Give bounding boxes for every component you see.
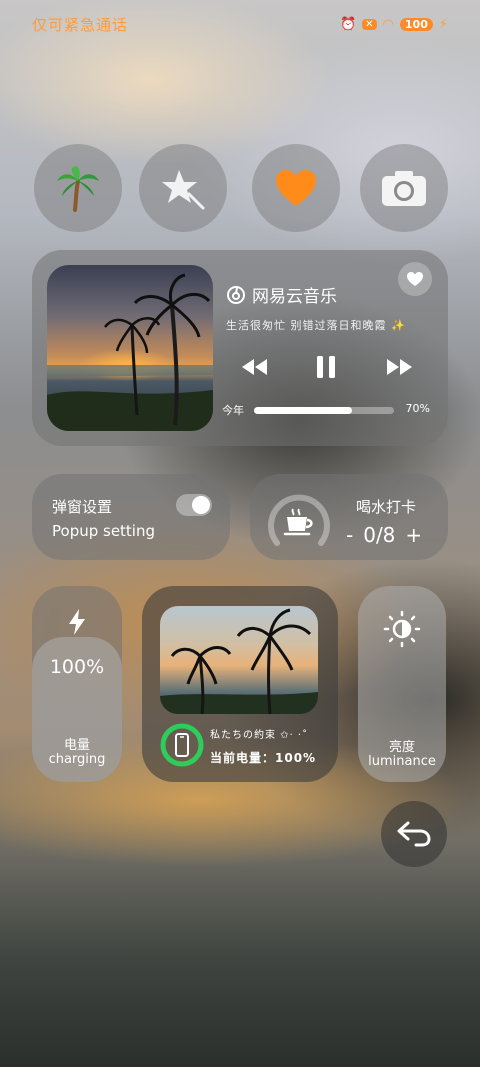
status-bar: 仅可紧急通话 ⏰ ✕ ◠ 100 ⚡ [32, 12, 448, 36]
carrier-text: 仅可紧急通话 [32, 15, 129, 34]
photo-widget: 私たちの約束 ✩· ·˚ 当前电量：100% [142, 586, 338, 782]
current-battery-text: 当前电量：100% [210, 751, 317, 765]
fast-forward-button[interactable] [382, 352, 418, 382]
palm-photo[interactable] [160, 606, 318, 714]
water-tracker-card: 喝水打卡 - 0/8 + [250, 474, 448, 560]
fast-forward-icon [387, 359, 412, 375]
charging-icon: ⚡ [438, 16, 448, 32]
palm-photo-image [160, 608, 318, 714]
battery-percent: 100% [49, 656, 105, 678]
year-progress-fill [254, 407, 352, 414]
music-subtitle: 生活很匆忙 别错过落日和晚霞 ✨ [226, 317, 406, 333]
wifi-icon: ◠ [382, 16, 394, 32]
heart-button[interactable] [252, 144, 340, 232]
coffee-cup-icon [283, 508, 313, 536]
status-icons: ⏰ ✕ ◠ 100 ⚡ [340, 17, 448, 32]
back-arrow-icon [397, 821, 431, 847]
sparkles-icon: ✨ [391, 319, 406, 332]
water-plus-button[interactable]: + [405, 523, 422, 547]
pause-icon [317, 356, 335, 378]
water-counter: - 0/8 + [346, 523, 422, 547]
rewind-button[interactable] [236, 352, 272, 382]
water-minus-button[interactable]: - [346, 523, 353, 547]
brightness-label-en: luminance [368, 754, 436, 769]
music-app-name: 网易云音乐 [252, 287, 337, 307]
rewind-icon [242, 359, 267, 375]
palm-tree-icon [57, 166, 99, 212]
music-app-brand[interactable]: 网易云音乐 [226, 282, 337, 307]
battery-label-cn: 电量 [63, 738, 90, 753]
music-subtitle-text: 生活很匆忙 别错过落日和晚霞 [226, 319, 387, 332]
heart-icon [407, 272, 423, 286]
star-button[interactable] [139, 144, 227, 232]
palm-sunset-image [47, 273, 213, 431]
progress-percent: 70% [405, 402, 430, 415]
popup-setting-card[interactable]: 弹窗设置 Popup setting [32, 474, 230, 560]
star-sparkle-icon [162, 170, 205, 210]
battery-label-en: charging [48, 752, 106, 767]
photo-caption: 私たちの約束 ✩· ·˚ [210, 730, 309, 741]
year-progress-bar [254, 407, 394, 414]
palm-tree-button[interactable] [34, 144, 122, 232]
pause-button[interactable] [308, 352, 344, 382]
no-sim-icon: ✕ [362, 18, 377, 30]
brightness-icon [358, 610, 446, 648]
water-gauge [268, 494, 330, 546]
water-title: 喝水打卡 [356, 498, 417, 516]
back-button[interactable] [381, 801, 447, 867]
water-count: 0/8 [363, 523, 396, 547]
popup-toggle[interactable] [176, 494, 212, 516]
orange-heart-icon [276, 170, 316, 206]
battery-ring [160, 723, 204, 767]
album-cover[interactable] [47, 265, 213, 431]
netease-music-icon [227, 285, 245, 304]
favorite-button[interactable] [398, 262, 432, 296]
battery-widget: 100% 电量 charging [32, 586, 122, 782]
popup-setting-title: 弹窗设置 [52, 498, 113, 516]
brightness-label-cn: 亮度 [388, 740, 415, 755]
lightning-icon [32, 608, 122, 636]
popup-setting-subtitle: Popup setting [52, 522, 156, 540]
alarm-icon: ⏰ [339, 16, 357, 32]
battery-indicator: 100 [399, 17, 433, 31]
brightness-widget[interactable]: 亮度 luminance [358, 586, 446, 782]
toggle-knob [192, 496, 210, 514]
camera-button[interactable] [360, 144, 448, 232]
progress-label: 今年 [222, 404, 244, 417]
phone-icon [175, 733, 189, 757]
camera-icon [382, 171, 426, 206]
music-widget: 网易云音乐 生活很匆忙 别错过落日和晚霞 ✨ 今年 70% [32, 250, 448, 446]
